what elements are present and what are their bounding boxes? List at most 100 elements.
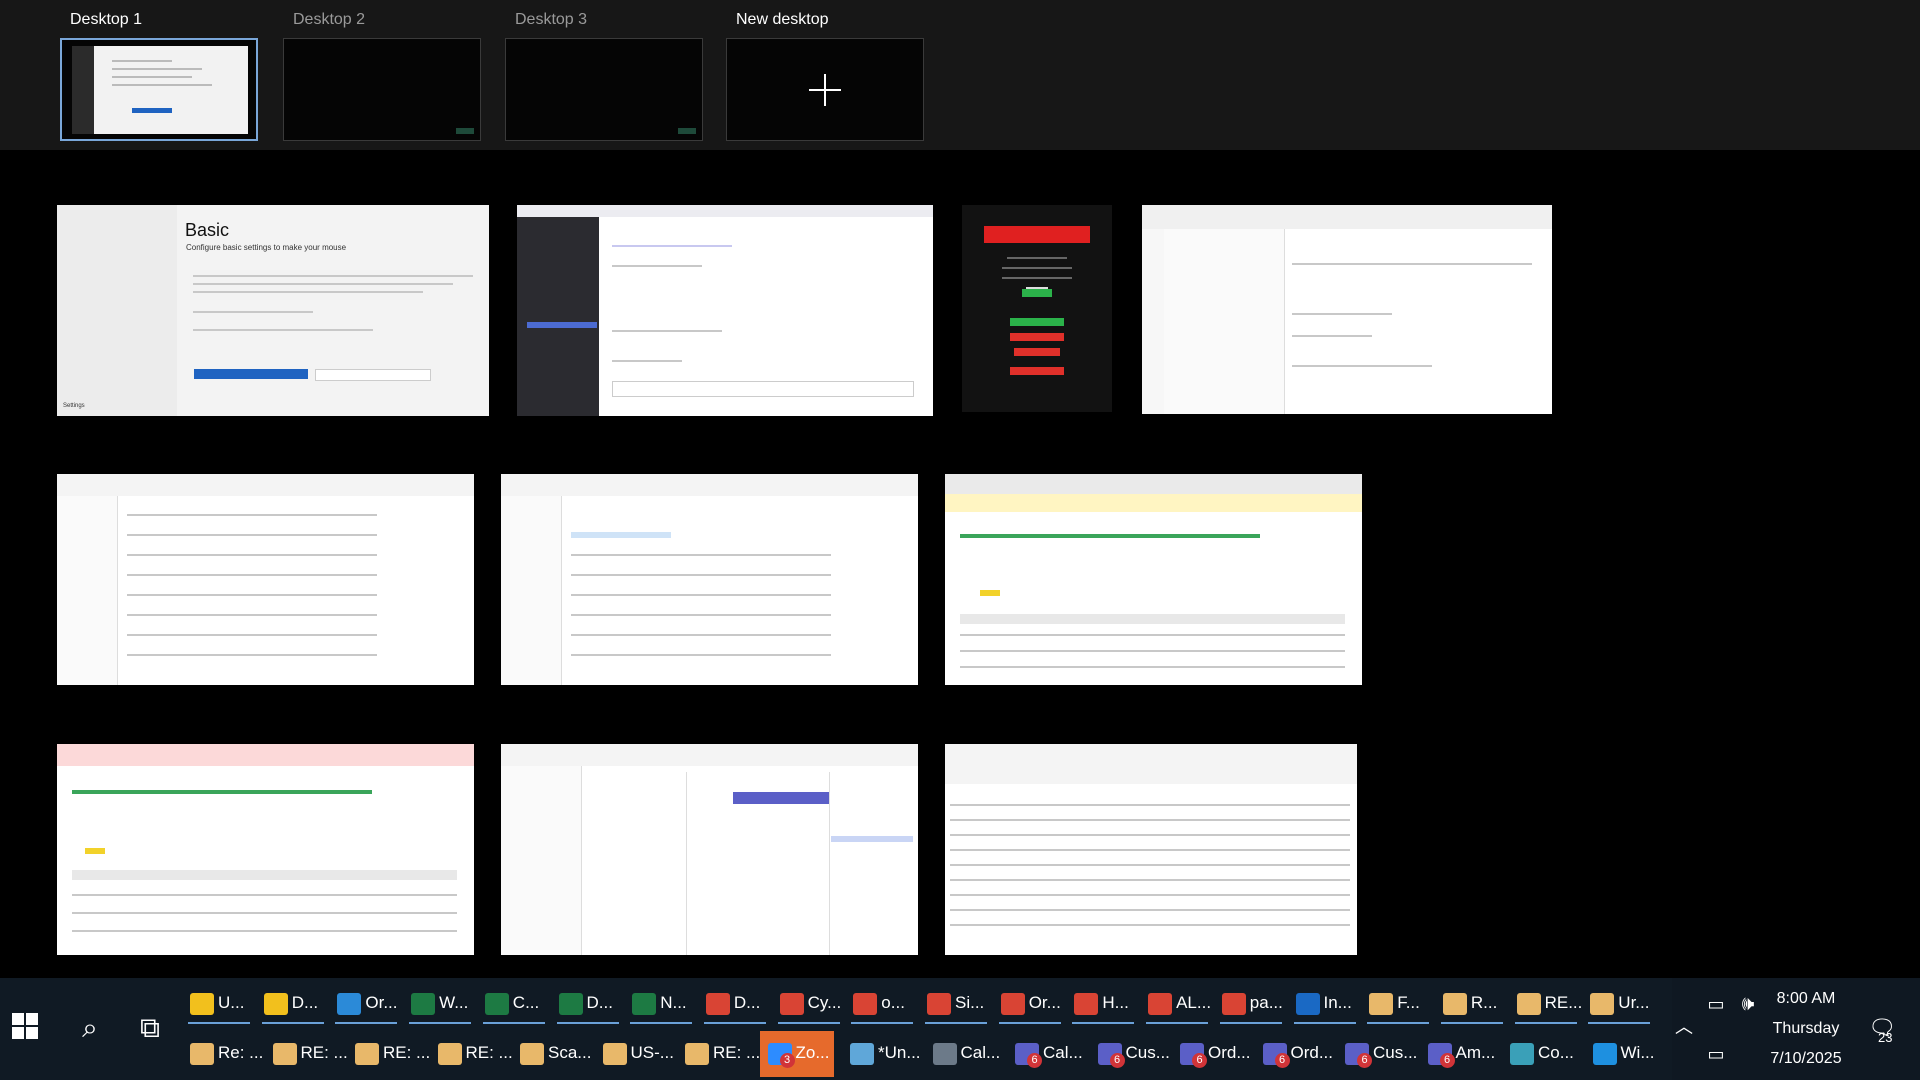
taskbar-item[interactable]: 6 Cal... (1007, 1031, 1083, 1077)
badge-count: 6 (1439, 1053, 1455, 1068)
excel-icon (558, 993, 583, 1015)
taskbar-item[interactable]: F... (1361, 981, 1435, 1027)
taskbar-item-label: Or... (365, 993, 398, 1012)
window-browser-report[interactable] (945, 474, 1362, 685)
taskbar-item[interactable]: Re: ... (182, 1031, 263, 1077)
running-indicator (556, 1022, 619, 1024)
taskbar-item[interactable]: Ur... (1582, 981, 1656, 1027)
running-indicator (777, 1022, 840, 1024)
taskbar-item[interactable]: o... (845, 981, 919, 1027)
taskbar-item[interactable]: Wi... (1585, 1031, 1659, 1077)
taskbar-item-label: Ord... (1290, 1043, 1334, 1062)
taskbar-item[interactable]: RE: ... (347, 1031, 430, 1077)
chrome-icon (1148, 993, 1173, 1015)
taskbar-item[interactable]: D... (256, 981, 330, 1027)
mail-icon (272, 1043, 297, 1065)
running-indicator (1514, 1022, 1577, 1024)
taskbar-item[interactable]: 6 Am... (1420, 1031, 1495, 1077)
taskbar-item-label: N... (660, 993, 687, 1012)
taskbar-item[interactable]: RE: ... (265, 1031, 348, 1077)
taskbar-item[interactable]: RE: ... (430, 1031, 513, 1077)
clock-time[interactable]: 8:00 AM (1746, 990, 1866, 1008)
taskbar-item[interactable]: *Un... (842, 1031, 921, 1077)
taskbar-item[interactable]: W... (403, 981, 477, 1027)
taskbar-item-label: Zo... (795, 1043, 830, 1062)
running-indicator (703, 1022, 766, 1024)
taskbar-item[interactable]: Cy... (772, 981, 846, 1027)
taskbar-item[interactable]: 3 Zo... (759, 1031, 834, 1077)
mail-icon (1442, 993, 1467, 1015)
window-outlook-mail[interactable] (1142, 205, 1552, 414)
new-desktop-label: New desktop (736, 11, 829, 28)
plus-icon (809, 73, 841, 106)
taskbar-item[interactable]: R... (1435, 981, 1509, 1027)
taskbar-item[interactable]: D... (551, 981, 625, 1027)
new-desktop[interactable]: New desktop (726, 10, 924, 141)
window-basic-settings[interactable]: Basic Configure basic settings to make y… (57, 205, 489, 416)
window-browser-report-2[interactable] (57, 744, 474, 955)
taskbar-item[interactable]: Si... (919, 981, 993, 1027)
task-view-icon[interactable]: ⧉ (126, 1004, 174, 1052)
taskbar-item[interactable]: Sca... (512, 1031, 591, 1077)
taskbar-item[interactable]: 6 Cus... (1337, 1031, 1417, 1077)
taskbar-item[interactable]: U... (182, 981, 256, 1027)
window-basic-title: Basic (185, 220, 230, 240)
clock-date[interactable]: 7/10/2025 (1746, 1050, 1866, 1068)
taskbar-item[interactable]: Or... (329, 981, 403, 1027)
taskbar-item[interactable]: RE... (1509, 981, 1583, 1027)
running-indicator (630, 1022, 693, 1024)
desktop-2-label: Desktop 2 (293, 11, 366, 28)
taskbar-item[interactable]: N... (624, 981, 698, 1027)
running-indicator (925, 1022, 987, 1024)
taskbar-item-label: U... (218, 993, 245, 1012)
clock-day[interactable]: Thursday (1746, 1020, 1866, 1038)
running-indicator (335, 1022, 398, 1024)
window-teams-chat[interactable] (517, 205, 933, 416)
running-indicator (851, 1022, 914, 1024)
running-indicator (1440, 1022, 1503, 1024)
taskbar-item[interactable]: C... (477, 981, 551, 1027)
folder-icon (190, 993, 214, 1015)
taskbar-item-label: W... (439, 993, 469, 1012)
taskbar-item[interactable]: Cal... (925, 1031, 1000, 1077)
taskbar-item[interactable]: AL... (1140, 981, 1214, 1027)
search-icon[interactable]: ⌕ (66, 1004, 114, 1052)
chrome-icon (779, 993, 804, 1015)
desktop-1[interactable]: Desktop 1 (60, 10, 258, 141)
running-indicator (1072, 1022, 1135, 1024)
taskbar-item[interactable]: 6 Ord... (1255, 1031, 1333, 1077)
taskbar-item-label: Cus... (1125, 1043, 1170, 1062)
taskbar-item[interactable]: RE: ... (677, 1031, 760, 1077)
taskbar-item[interactable]: D... (698, 981, 772, 1027)
window-red-buttons[interactable] (962, 205, 1112, 412)
chrome-icon (853, 993, 878, 1015)
taskbar-item[interactable]: In... (1288, 981, 1362, 1027)
chrome-icon (1221, 993, 1246, 1015)
running-indicator (1146, 1022, 1209, 1024)
excel-icon (484, 993, 509, 1015)
desktop-2[interactable]: Desktop 2 (283, 10, 481, 141)
taskbar-item[interactable]: H... (1066, 981, 1140, 1027)
start-button[interactable] (12, 1013, 38, 1039)
taskbar-item-label: Cal... (1043, 1043, 1083, 1062)
new-desktop-button[interactable] (726, 38, 924, 141)
desktop-3-thumbnail[interactable] (505, 38, 703, 141)
taskbar-item-label: RE: ... (300, 1043, 348, 1062)
mail-icon (1516, 993, 1541, 1015)
taskbar-item[interactable]: 6 Cus... (1090, 1031, 1170, 1077)
taskbar-item[interactable]: 6 Ord... (1172, 1031, 1251, 1077)
window-outlook-calendar[interactable] (501, 744, 918, 955)
taskbar-item[interactable]: Or... (993, 981, 1067, 1027)
window-explorer-1[interactable] (57, 474, 474, 685)
taskbar-item[interactable]: US-... (595, 1031, 674, 1077)
desktop-2-thumbnail[interactable] (283, 38, 481, 141)
taskbar-item-label: Sca... (548, 1043, 592, 1062)
taskbar-item-label: Ord... (1208, 1043, 1251, 1062)
window-excel-sheet[interactable] (945, 744, 1357, 955)
desktop-3[interactable]: Desktop 3 (505, 10, 703, 141)
desktop-1-thumbnail[interactable] (60, 38, 258, 141)
taskbar-item[interactable]: Co... (1502, 1031, 1576, 1077)
network-icon[interactable]: ▭ (1692, 1030, 1740, 1078)
window-explorer-2[interactable] (501, 474, 918, 685)
taskbar-item[interactable]: pa... (1214, 981, 1288, 1027)
